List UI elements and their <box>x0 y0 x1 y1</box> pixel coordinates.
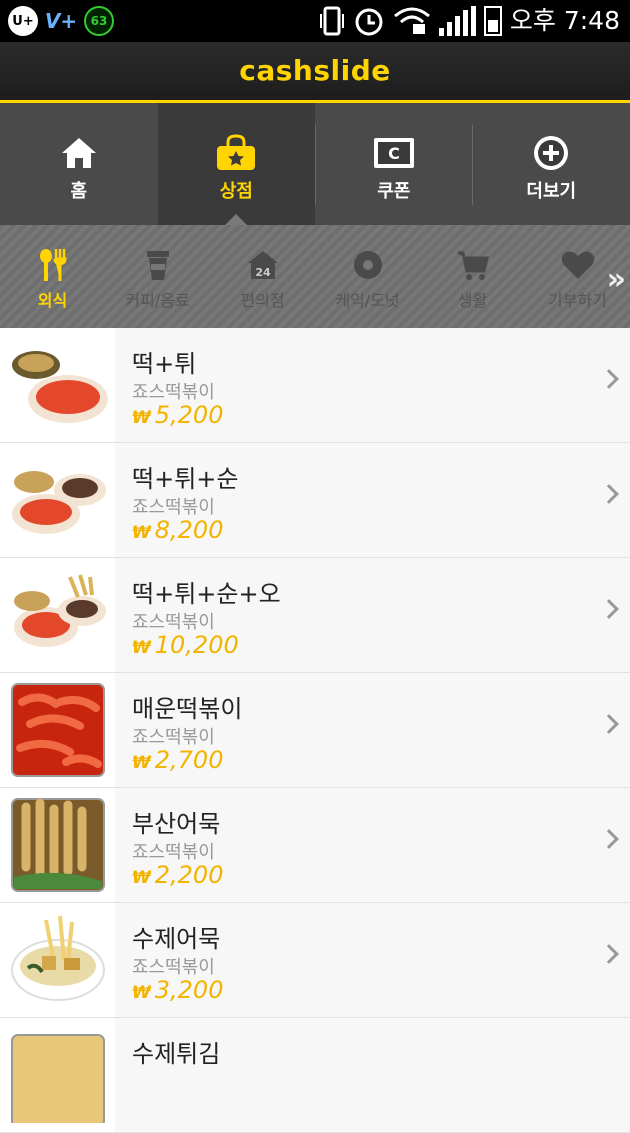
product-price: ₩2,700 <box>132 746 223 774</box>
currency-symbol: ₩ <box>132 408 151 428</box>
home-icon <box>59 135 99 171</box>
app-header: cashslide <box>0 42 630 100</box>
product-price: ₩10,200 <box>132 631 239 659</box>
category-label: 기부하기 <box>548 287 607 311</box>
badge-63-icon: 63 <box>84 6 114 36</box>
chevron-right-icon <box>599 484 619 504</box>
category-living[interactable]: 생활 <box>420 225 525 328</box>
category-scroll-arrow[interactable]: » <box>607 262 626 297</box>
category-label: 생활 <box>458 287 487 311</box>
product-thumbnail <box>0 558 115 672</box>
vibrate-icon <box>319 5 345 37</box>
tab-label: 쿠폰 <box>377 177 410 203</box>
category-cake[interactable]: 케익/도넛 <box>315 225 420 328</box>
list-item[interactable]: 수제어묵 죠스떡볶이 ₩3,200 <box>0 903 630 1018</box>
product-name: 수제튀김 <box>132 1034 220 1069</box>
svg-text:C: C <box>388 144 400 163</box>
tab-more[interactable]: 더보기 <box>473 103 630 225</box>
price-value: 2,200 <box>155 861 224 889</box>
chevron-right-icon <box>599 829 619 849</box>
v-plus-icon: V+ <box>46 6 76 36</box>
svg-text:24: 24 <box>255 266 271 279</box>
chevron-right-icon <box>599 369 619 389</box>
list-item[interactable]: 떡+튀 죠스떡볶이 ₩5,200 <box>0 328 630 443</box>
product-price: ₩5,200 <box>132 401 223 429</box>
category-dining[interactable]: 외식 <box>0 225 105 328</box>
list-item[interactable]: 매운떡볶이 죠스떡볶이 ₩2,700 <box>0 673 630 788</box>
product-thumbnail <box>0 903 115 1017</box>
product-thumbnail <box>0 788 115 902</box>
tab-home[interactable]: 홈 <box>0 103 158 225</box>
product-thumbnail <box>0 673 115 787</box>
status-bar: U+ V+ 63 오후 7:48 <box>0 0 630 42</box>
chevron-right-icon <box>599 714 619 734</box>
product-name: 떡+튀+순 <box>132 459 238 494</box>
price-value: 3,200 <box>155 976 224 1004</box>
category-bar: 외식 커피/음료 24 편의점 케익/도넛 생활 기부하기 <box>0 225 630 328</box>
price-value: 10,200 <box>155 631 239 659</box>
cup-icon <box>143 249 173 281</box>
price-value: 5,200 <box>155 401 224 429</box>
u-plus-icon: U+ <box>8 6 38 36</box>
battery-icon <box>484 6 502 36</box>
tab-label: 상점 <box>220 177 253 203</box>
product-price: ₩2,200 <box>132 861 223 889</box>
product-thumbnail <box>0 443 115 557</box>
category-coffee[interactable]: 커피/음료 <box>105 225 210 328</box>
heart-icon <box>561 250 595 280</box>
tab-label: 홈 <box>70 177 87 203</box>
tab-label: 더보기 <box>526 177 576 203</box>
category-label: 케익/도넛 <box>335 287 399 311</box>
signal-icon <box>439 6 476 36</box>
coupon-icon: C <box>372 136 416 170</box>
product-name: 떡+튀+순+오 <box>132 574 281 609</box>
tab-store[interactable]: 상점 <box>158 103 316 225</box>
list-item[interactable]: 수제튀김 <box>0 1018 630 1133</box>
list-item[interactable]: 떡+튀+순 죠스떡볶이 ₩8,200 <box>0 443 630 558</box>
wifi-lock-icon <box>393 6 431 36</box>
category-label: 편의점 <box>240 287 284 311</box>
cart-icon <box>456 249 490 281</box>
status-time: 오후 7:48 <box>510 4 620 38</box>
product-name: 떡+튀 <box>132 344 196 379</box>
chevron-right-icon <box>599 599 619 619</box>
chevron-right-icon <box>599 944 619 964</box>
category-label: 외식 <box>38 287 67 311</box>
currency-symbol: ₩ <box>132 638 151 658</box>
currency-symbol: ₩ <box>132 753 151 773</box>
store-24-icon: 24 <box>246 249 280 281</box>
product-name: 매운떡볶이 <box>132 689 242 724</box>
product-thumbnail <box>0 1018 115 1132</box>
currency-symbol: ₩ <box>132 983 151 1003</box>
product-price: ₩3,200 <box>132 976 223 1004</box>
product-name: 수제어묵 <box>132 919 220 954</box>
product-list: 떡+튀 죠스떡볶이 ₩5,200 떡+튀+순 죠스떡볶이 ₩8,200 떡+튀+… <box>0 328 630 1133</box>
product-thumbnail <box>0 328 115 442</box>
category-convenience[interactable]: 24 편의점 <box>210 225 315 328</box>
donut-icon <box>352 249 384 281</box>
tab-divider <box>315 125 316 205</box>
currency-symbol: ₩ <box>132 523 151 543</box>
plus-circle-icon <box>532 134 570 172</box>
category-label: 커피/음료 <box>125 287 189 311</box>
fork-spoon-icon <box>36 248 70 282</box>
main-tabs: 홈 상점 C 쿠폰 더보기 <box>0 103 630 225</box>
shopping-bag-icon <box>214 134 258 172</box>
product-name: 부산어묵 <box>132 804 220 839</box>
price-value: 2,700 <box>155 746 224 774</box>
list-item[interactable]: 부산어묵 죠스떡볶이 ₩2,200 <box>0 788 630 903</box>
tab-divider <box>472 125 473 205</box>
alarm-icon <box>353 5 385 37</box>
currency-symbol: ₩ <box>132 868 151 888</box>
tab-coupon[interactable]: C 쿠폰 <box>315 103 473 225</box>
app-logo: cashslide <box>0 54 630 87</box>
list-item[interactable]: 떡+튀+순+오 죠스떡볶이 ₩10,200 <box>0 558 630 673</box>
price-value: 8,200 <box>155 516 224 544</box>
product-price: ₩8,200 <box>132 516 223 544</box>
